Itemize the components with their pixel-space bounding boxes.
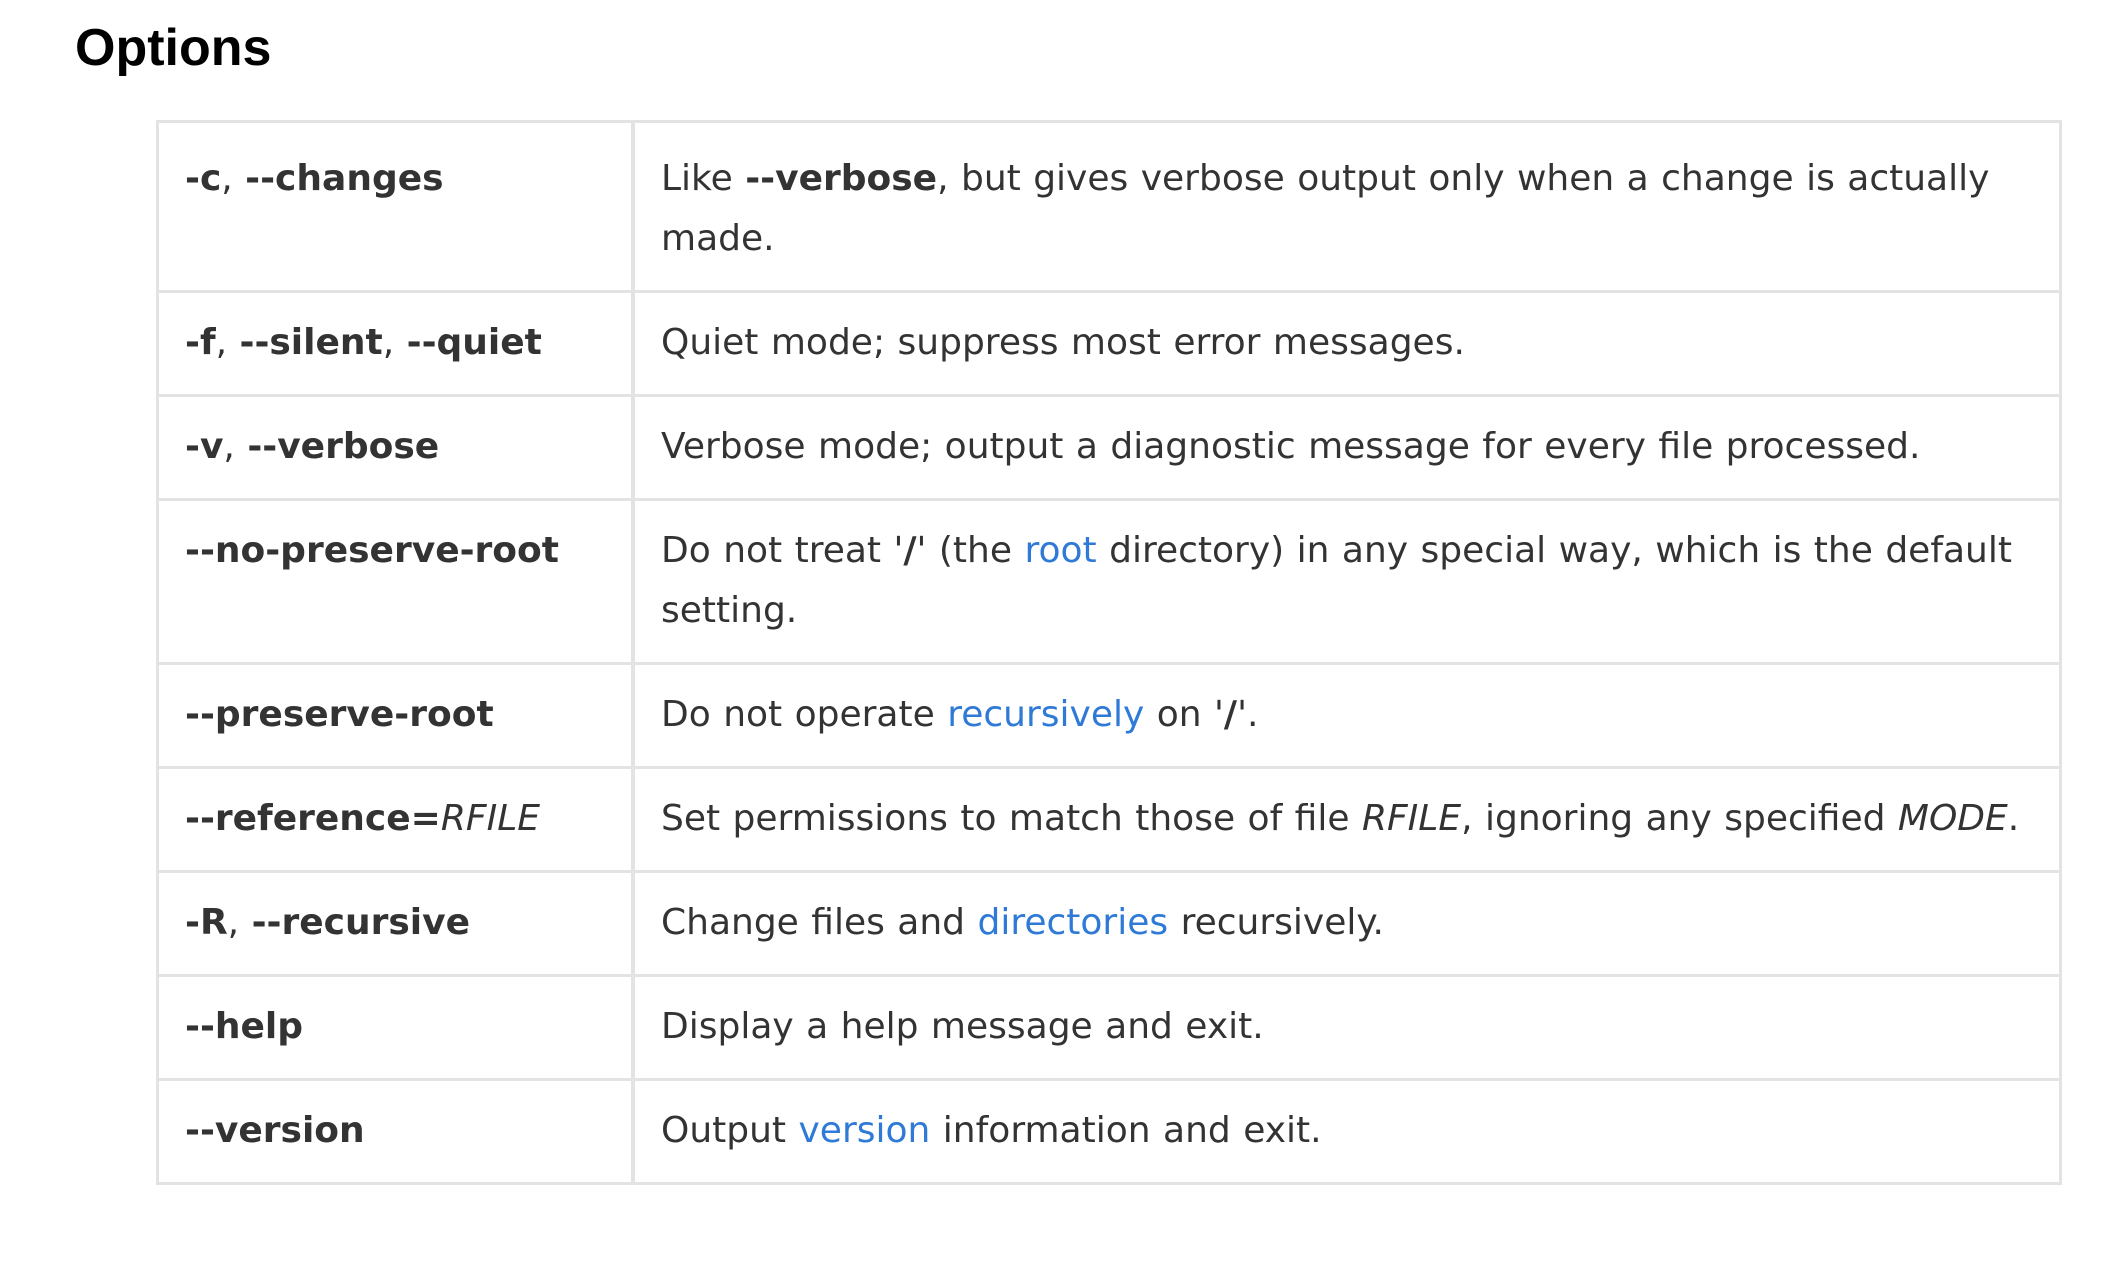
option-name-cell: --help xyxy=(156,974,635,1081)
option-row: --version Output version information and … xyxy=(156,1078,2062,1185)
text-run: , xyxy=(382,322,407,363)
option-name-cell: -f, --silent, --quiet xyxy=(156,290,635,397)
option-flag: -f xyxy=(185,322,216,363)
option-name-cell: --no-preserve-root xyxy=(156,498,635,665)
option-description-cell: Display a help message and exit. xyxy=(631,974,2062,1081)
text-run: Like xyxy=(661,158,746,199)
text-run: , xyxy=(221,158,246,199)
text-run: recursively. xyxy=(1168,902,1384,943)
option-name-cell: --version xyxy=(156,1078,635,1185)
option-name-cell: -v, --verbose xyxy=(156,394,635,501)
option-name-cell: -c, --changes xyxy=(156,120,635,293)
text-run: Verbose mode; output a diagnostic messag… xyxy=(661,426,1921,467)
italic-placeholder: RFILE xyxy=(440,798,540,839)
text-run: Quiet mode; suppress most error messages… xyxy=(661,322,1465,363)
section-heading: Options xyxy=(75,19,272,77)
text-run: , xyxy=(223,426,248,467)
text-run: , xyxy=(227,902,252,943)
bold-text: / xyxy=(903,530,917,571)
option-flag: -v xyxy=(185,426,224,467)
option-row: -v, --verbose Verbose mode; output a diag… xyxy=(156,394,2062,501)
option-description-cell: Do not treat '/' (the root directory) in… xyxy=(631,498,2062,665)
text-run: '. xyxy=(1237,694,1259,735)
option-flag: --version xyxy=(185,1110,365,1151)
option-row: --preserve-root Do not operate recursivel… xyxy=(156,662,2062,769)
option-row: --help Display a help message and exit. xyxy=(156,974,2062,1081)
text-run: Set permissions to match those of file xyxy=(661,798,1362,839)
link-version[interactable]: version xyxy=(799,1110,931,1151)
option-flag: -c xyxy=(185,158,222,199)
italic-placeholder: MODE xyxy=(1897,798,2008,839)
text-run: Do not treat ' xyxy=(661,530,904,571)
bold-text: --verbose xyxy=(745,158,938,199)
option-description-cell: Like --verbose, but gives verbose output… xyxy=(631,120,2062,293)
text-run: on ' xyxy=(1144,694,1224,735)
option-flag: --verbose xyxy=(247,426,440,467)
text-run: , ignoring any specified xyxy=(1461,798,1898,839)
options-table: -c, --changes Like --verbose, but gives v… xyxy=(156,120,2062,1185)
text-run: , xyxy=(215,322,240,363)
option-row: --no-preserve-root Do not treat '/' (the … xyxy=(156,498,2062,665)
option-description-cell: Output version information and exit. xyxy=(631,1078,2062,1185)
option-row: -f, --silent, --quiet Quiet mode; suppres… xyxy=(156,290,2062,397)
options-table-body: -c, --changes Like --verbose, but gives v… xyxy=(156,120,2062,1185)
option-name-cell: -R, --recursive xyxy=(156,870,635,977)
option-description-cell: Change files and directories recursively… xyxy=(631,870,2062,977)
italic-placeholder: RFILE xyxy=(1361,798,1462,839)
option-flag: --silent xyxy=(239,322,383,363)
option-description-cell: Set permissions to match those of file R… xyxy=(631,766,2062,873)
option-flag: --no-preserve-root xyxy=(185,530,559,571)
option-flag: --changes xyxy=(245,158,444,199)
bold-text: / xyxy=(1223,694,1238,735)
option-row: -c, --changes Like --verbose, but gives v… xyxy=(156,120,2062,293)
text-run: ' (the xyxy=(916,530,1025,571)
option-flag: --recursive xyxy=(251,902,470,943)
option-flag: --preserve-root xyxy=(185,694,494,735)
option-flag: --reference= xyxy=(185,798,441,839)
option-description-cell: Verbose mode; output a diagnostic messag… xyxy=(631,394,2062,501)
text-run: Do not operate xyxy=(661,694,948,735)
option-flag: --quiet xyxy=(406,322,542,363)
link-directories[interactable]: directories xyxy=(977,902,1168,943)
link-recursively[interactable]: recursively xyxy=(947,694,1144,735)
option-row: --reference=RFILE Set permissions to matc… xyxy=(156,766,2062,873)
text-run: information and exit. xyxy=(930,1110,1322,1151)
text-run: . xyxy=(2007,798,2020,839)
link-root[interactable]: root xyxy=(1024,530,1096,571)
option-row: -R, --recursive Change files and director… xyxy=(156,870,2062,977)
option-flag: --help xyxy=(185,1006,304,1047)
text-run: Display a help message and exit. xyxy=(661,1006,1264,1047)
option-flag: -R xyxy=(185,902,228,943)
option-description-cell: Do not operate recursively on '/'. xyxy=(631,662,2062,769)
option-name-cell: --reference=RFILE xyxy=(156,766,635,873)
text-run: Change files and xyxy=(661,902,978,943)
option-name-cell: --preserve-root xyxy=(156,662,635,769)
text-run: Output xyxy=(661,1110,799,1151)
option-description-cell: Quiet mode; suppress most error messages… xyxy=(631,290,2062,397)
